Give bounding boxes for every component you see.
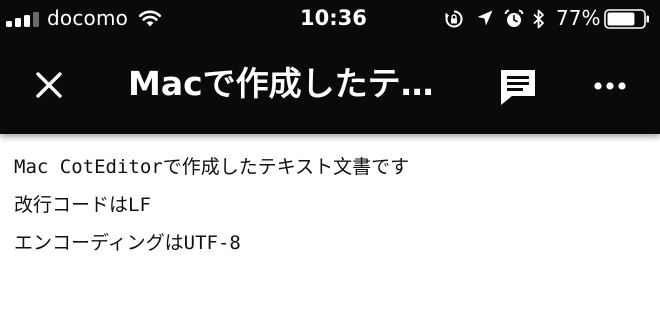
comment-icon bbox=[501, 70, 535, 105]
more-icon bbox=[594, 82, 626, 90]
close-icon bbox=[36, 72, 62, 98]
wifi-icon bbox=[138, 10, 162, 27]
status-time: 10:36 bbox=[300, 6, 367, 30]
alarm-icon bbox=[504, 9, 524, 27]
bluetooth-icon bbox=[533, 9, 544, 29]
location-icon bbox=[477, 10, 493, 26]
document-content: Mac CotEditorで作成したテキスト文書です 改行コードはLF エンコー… bbox=[14, 148, 644, 262]
page-title: Macで作成したテ… bbox=[128, 64, 434, 103]
document-line: 改行コードはLF bbox=[14, 194, 151, 216]
carrier-name: docomo bbox=[47, 6, 129, 30]
orientation-lock-icon bbox=[445, 10, 463, 28]
battery-icon bbox=[604, 9, 649, 29]
more-options-button[interactable] bbox=[588, 68, 632, 104]
signal-icon bbox=[6, 12, 39, 27]
document-line: Mac CotEditorで作成したテキスト文書です bbox=[14, 156, 410, 178]
nav-bar: Macで作成したテ… bbox=[0, 38, 660, 134]
document-line: エンコーディングはUTF-8 bbox=[14, 232, 241, 254]
status-bar: docomo 10:36 77% bbox=[0, 0, 660, 38]
app-header: docomo 10:36 77% Macで作成したテ… bbox=[0, 0, 660, 134]
close-button[interactable] bbox=[28, 64, 70, 106]
battery-percent: 77% bbox=[556, 6, 601, 30]
comment-button[interactable] bbox=[496, 64, 540, 108]
